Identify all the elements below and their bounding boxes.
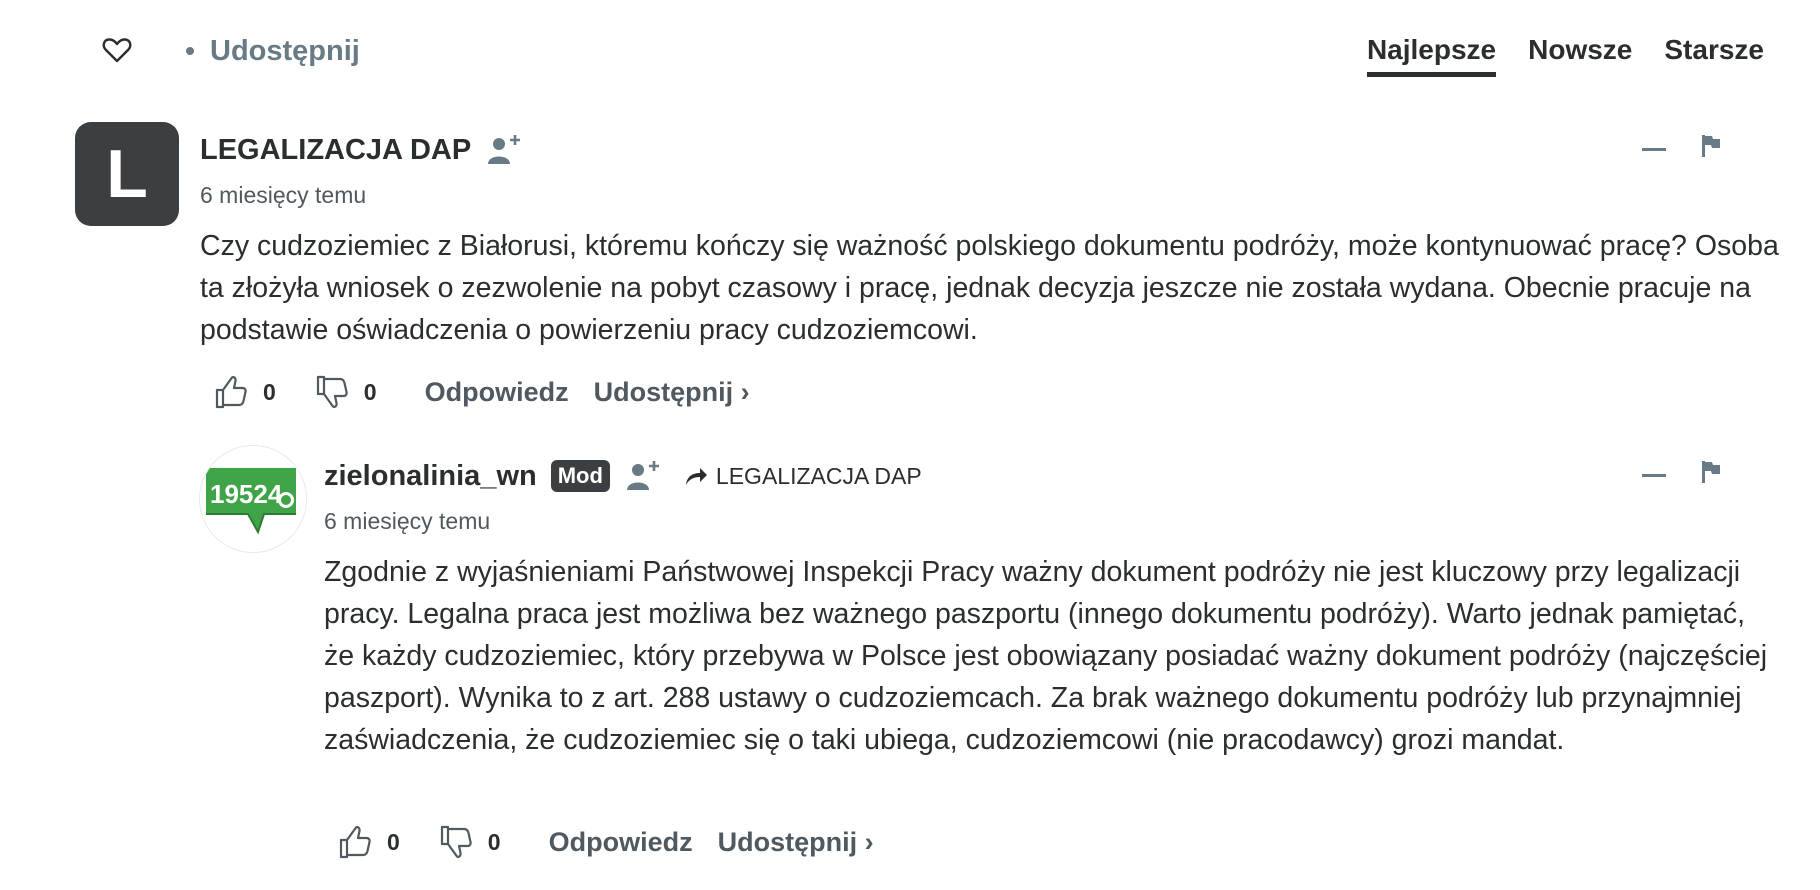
comment-header: LEGALIZACJA DAP [200, 130, 523, 170]
downvote-button[interactable]: 0 [316, 375, 377, 409]
author-name[interactable]: LEGALIZACJA DAP [200, 134, 471, 167]
comment-actions: 0 0 Odpowiedz Udostępnij › [339, 822, 874, 862]
comment-body: Zgodnie z wyjaśnieniami Państwowej Inspe… [324, 556, 1768, 756]
reply-button[interactable]: Odpowiedz [549, 827, 693, 858]
downvote-count: 0 [487, 828, 501, 855]
avatar[interactable]: L [75, 122, 179, 226]
thumbs-up-icon [339, 826, 371, 859]
upvote-button[interactable]: 0 [215, 375, 276, 409]
avatar[interactable]: 19524 [199, 445, 307, 553]
flag-icon[interactable] [1700, 459, 1722, 485]
comment-actions: 0 0 Odpowiedz Udostępnij › [215, 372, 750, 412]
follow-user-icon[interactable] [624, 459, 662, 493]
reply-button[interactable]: Odpowiedz [425, 377, 569, 408]
moderator-badge: Mod [550, 460, 610, 492]
share-comment-button[interactable]: Udostępnij › [718, 827, 874, 858]
comment-2: 19524 zielonalinia_wn Mod LEGALIZACJA DA… [0, 430, 1820, 890]
thumbs-down-icon [316, 375, 348, 408]
comment-header: zielonalinia_wn Mod LEGALIZACJA DAP [324, 456, 922, 496]
downvote-count: 0 [363, 378, 377, 405]
thumbs-up-icon [215, 376, 247, 409]
flag-icon[interactable] [1700, 133, 1722, 159]
collapse-icon[interactable] [1641, 136, 1667, 162]
share-comment-button[interactable]: Udostępnij › [594, 377, 750, 408]
reply-arrow-icon [685, 468, 707, 485]
comment-timestamp[interactable]: 6 miesięcy temu [200, 182, 366, 209]
comment-body: Czy cudzoziemiec z Białorusi, któremu ko… [200, 230, 1779, 346]
collapse-icon[interactable] [1641, 462, 1667, 488]
comment-1: L LEGALIZACJA DAP 6 miesięcy temu Czy cu… [0, 0, 1820, 420]
comment-timestamp[interactable]: 6 miesięcy temu [324, 508, 490, 535]
logo-19524-icon: 19524 [200, 446, 306, 552]
upvote-count: 0 [387, 828, 400, 855]
thumbs-down-icon [440, 825, 472, 858]
downvote-button[interactable]: 0 [440, 825, 501, 859]
upvote-button[interactable]: 0 [339, 825, 400, 859]
author-name[interactable]: zielonalinia_wn [324, 460, 537, 493]
follow-user-icon[interactable] [485, 133, 523, 167]
in-reply-to-link[interactable]: LEGALIZACJA DAP [684, 463, 922, 490]
in-reply-to-name: LEGALIZACJA DAP [715, 462, 922, 489]
upvote-count: 0 [263, 378, 276, 405]
logo-text: 19524 [210, 479, 283, 509]
